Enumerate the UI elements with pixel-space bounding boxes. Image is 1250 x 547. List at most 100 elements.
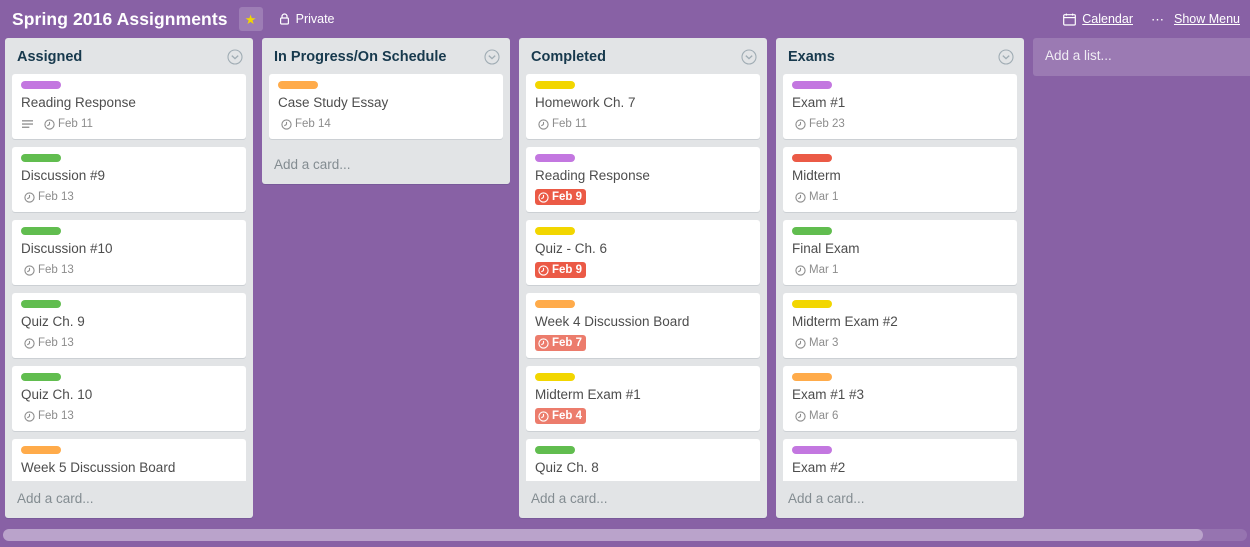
card[interactable]: Quiz Ch. 10Feb 13 bbox=[12, 366, 246, 431]
card[interactable]: Week 5 Discussion BoardFeb 14 bbox=[12, 439, 246, 481]
card[interactable]: Homework Ch. 7 Feb 11 bbox=[526, 74, 760, 139]
due-date-label: Feb 13 bbox=[38, 263, 74, 277]
card-label[interactable] bbox=[792, 373, 832, 381]
card-label[interactable] bbox=[792, 300, 832, 308]
add-card-button[interactable]: Add a card... bbox=[262, 147, 510, 184]
due-date-badge[interactable]: Feb 11 bbox=[41, 116, 97, 132]
card[interactable]: Reading ResponseFeb 11 bbox=[12, 74, 246, 139]
card-title: Midterm Exam #1 bbox=[535, 386, 752, 404]
card[interactable]: Week 4 Discussion BoardFeb 7 bbox=[526, 293, 760, 358]
card-label[interactable] bbox=[21, 373, 61, 381]
list-cards[interactable]: Reading ResponseFeb 11 Discussion #9Feb 1… bbox=[5, 74, 250, 481]
card-badges: Feb 13 bbox=[21, 408, 238, 424]
due-date-label: Mar 1 bbox=[809, 190, 838, 204]
due-date-badge[interactable]: Feb 23 bbox=[792, 116, 849, 132]
card-label[interactable] bbox=[535, 154, 575, 162]
board-visibility-label: Private bbox=[296, 12, 335, 26]
due-date-badge[interactable]: Feb 13 bbox=[21, 408, 78, 424]
list-title[interactable]: Assigned bbox=[17, 49, 221, 65]
card[interactable]: Discussion #10Feb 13 bbox=[12, 220, 246, 285]
card-title: Homework Ch. 7 bbox=[535, 94, 752, 112]
add-card-button[interactable]: Add a card... bbox=[519, 481, 767, 518]
board-visibility-button[interactable]: Private bbox=[279, 12, 335, 26]
board-horizontal-scrollbar[interactable] bbox=[0, 523, 1250, 547]
card-label[interactable] bbox=[21, 154, 61, 162]
page-title: Spring 2016 Assignments bbox=[12, 9, 228, 30]
list-header: Exams bbox=[776, 38, 1024, 74]
chevron-down-circle-icon[interactable] bbox=[998, 49, 1014, 65]
card[interactable]: Quiz - Ch. 6Feb 9 bbox=[526, 220, 760, 285]
due-date-badge[interactable]: Feb 14 bbox=[278, 116, 335, 132]
card-label[interactable] bbox=[21, 227, 61, 235]
card-label[interactable] bbox=[792, 446, 832, 454]
chevron-down-circle-icon[interactable] bbox=[484, 49, 500, 65]
star-board-button[interactable]: ★ bbox=[239, 7, 263, 31]
card[interactable]: Quiz Ch. 9Feb 13 bbox=[12, 293, 246, 358]
due-date-badge[interactable]: Mar 6 bbox=[792, 408, 842, 424]
list-title[interactable]: Exams bbox=[788, 49, 992, 65]
chevron-down-circle-icon[interactable] bbox=[741, 49, 757, 65]
card[interactable]: Quiz Ch. 8Feb 6 bbox=[526, 439, 760, 481]
card[interactable]: Case Study EssayFeb 14 bbox=[269, 74, 503, 139]
add-card-button[interactable]: Add a card... bbox=[5, 481, 253, 518]
due-date-badge[interactable]: Mar 1 bbox=[792, 189, 842, 205]
due-date-label: Mar 3 bbox=[809, 336, 838, 350]
card-label[interactable] bbox=[535, 300, 575, 308]
list-cards[interactable]: Exam #1Feb 23MidtermMar 1Final ExamMar 1… bbox=[776, 74, 1021, 481]
list-assigned: Assigned Reading ResponseFeb 11 Discussion… bbox=[5, 38, 253, 518]
show-menu-button[interactable]: Show Menu bbox=[1174, 12, 1240, 26]
card-badges: Feb 13 bbox=[21, 335, 238, 351]
card-label[interactable] bbox=[792, 81, 832, 89]
ellipsis-icon[interactable]: ⋯ bbox=[1151, 13, 1165, 26]
due-date-badge[interactable]: Feb 13 bbox=[21, 262, 78, 278]
add-list-button[interactable]: Add a list... bbox=[1033, 38, 1250, 76]
due-date-badge[interactable]: Feb 9 bbox=[535, 262, 586, 278]
header-actions: Calendar ⋯ Show Menu bbox=[1063, 12, 1240, 26]
card-label[interactable] bbox=[535, 446, 575, 454]
card-label[interactable] bbox=[21, 81, 61, 89]
card-badges: Feb 14 bbox=[278, 116, 495, 132]
due-date-badge[interactable]: Feb 13 bbox=[21, 189, 78, 205]
card-label[interactable] bbox=[792, 154, 832, 162]
card[interactable]: Exam #2Apr 5 bbox=[783, 439, 1017, 481]
calendar-button[interactable]: Calendar bbox=[1063, 12, 1133, 26]
due-date-badge[interactable]: Feb 4 bbox=[535, 408, 586, 424]
due-date-badge[interactable]: Feb 9 bbox=[535, 189, 586, 205]
due-date-badge[interactable]: Mar 1 bbox=[792, 262, 842, 278]
card-labels bbox=[535, 154, 752, 162]
list-header: Completed bbox=[519, 38, 767, 74]
card-label[interactable] bbox=[535, 81, 575, 89]
card[interactable]: Exam #1Feb 23 bbox=[783, 74, 1017, 139]
card-label[interactable] bbox=[792, 227, 832, 235]
card-labels bbox=[792, 300, 1009, 308]
add-card-button[interactable]: Add a card... bbox=[776, 481, 1024, 518]
scrollbar-thumb[interactable] bbox=[3, 529, 1203, 541]
card[interactable]: Midterm Exam #1 Feb 4 bbox=[526, 366, 760, 431]
list-header: Assigned bbox=[5, 38, 253, 74]
list-cards[interactable]: Case Study EssayFeb 14 bbox=[262, 74, 507, 147]
card-label[interactable] bbox=[21, 300, 61, 308]
due-date-badge[interactable]: Feb 7 bbox=[535, 335, 586, 351]
card[interactable]: Final ExamMar 1 bbox=[783, 220, 1017, 285]
list-title[interactable]: In Progress/On Schedule bbox=[274, 49, 478, 65]
due-date-badge[interactable]: Mar 3 bbox=[792, 335, 842, 351]
due-date-badge[interactable]: Feb 11 bbox=[535, 116, 591, 132]
card-label[interactable] bbox=[21, 446, 61, 454]
card-label[interactable] bbox=[535, 227, 575, 235]
list-title[interactable]: Completed bbox=[531, 49, 735, 65]
card[interactable]: Discussion #9Feb 13 bbox=[12, 147, 246, 212]
due-date-badge[interactable]: Feb 13 bbox=[21, 335, 78, 351]
list-cards[interactable]: Homework Ch. 7 Feb 11 Reading ResponseFeb … bbox=[519, 74, 764, 481]
lock-icon bbox=[279, 13, 290, 25]
card[interactable]: Midterm Mar 1 bbox=[783, 147, 1017, 212]
chevron-down-circle-icon[interactable] bbox=[227, 49, 243, 65]
card-label[interactable] bbox=[278, 81, 318, 89]
scrollbar-track[interactable] bbox=[3, 529, 1247, 541]
card-labels bbox=[535, 81, 752, 89]
card-title: Midterm bbox=[792, 167, 1009, 185]
card-labels bbox=[792, 373, 1009, 381]
card[interactable]: Exam #1 #3Mar 6 bbox=[783, 366, 1017, 431]
card[interactable]: Reading ResponseFeb 9 bbox=[526, 147, 760, 212]
card-label[interactable] bbox=[535, 373, 575, 381]
card[interactable]: Midterm Exam #2Mar 3 bbox=[783, 293, 1017, 358]
